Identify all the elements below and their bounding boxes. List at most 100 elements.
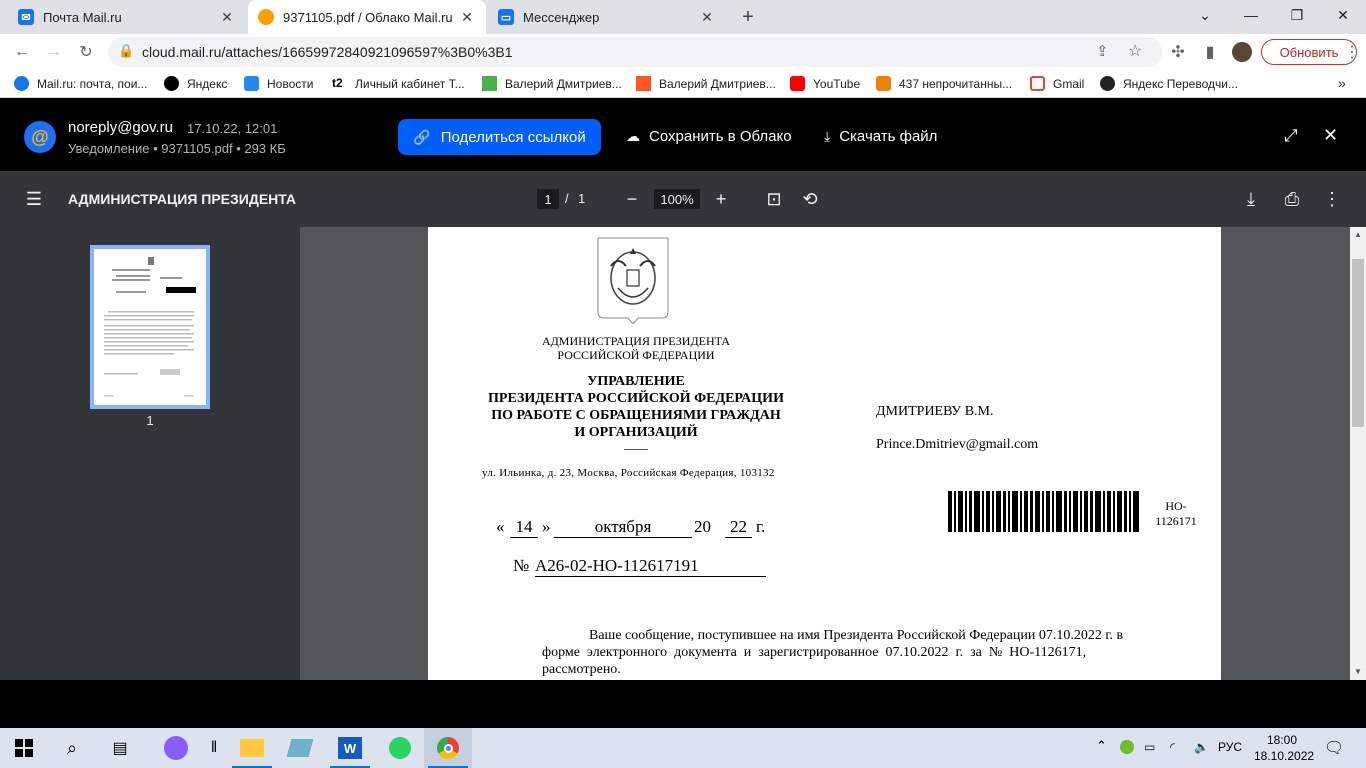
bookmark-label: Mail.ru: почта, пои... (37, 76, 148, 91)
clock-time: 18:00 (1266, 733, 1298, 747)
barcode (948, 491, 1139, 532)
battery-icon[interactable]: ▭ (1144, 740, 1155, 754)
save-to-cloud-button[interactable]: ☁ Сохранить в Облако (626, 128, 792, 145)
bookmark-t2[interactable]: t2 Личный кабинет Т... (332, 76, 465, 91)
menu-icon[interactable]: ⋮ (1340, 40, 1364, 64)
address-bar[interactable]: 🔒 cloud.mail.ru/attaches/166599728409210… (108, 37, 1162, 67)
side-panel-icon[interactable]: ▮ (1198, 40, 1222, 64)
thumbnail-preview (104, 257, 196, 397)
download-icon: ⤓ (824, 128, 831, 144)
save-to-cloud-label: Сохранить в Облако (649, 128, 792, 145)
fit-page-icon[interactable]: ⊡ (762, 187, 786, 211)
bookmarks-more[interactable]: » (1338, 75, 1346, 91)
scroll-up-icon[interactable]: ▲ (1354, 230, 1362, 239)
close-icon[interactable]: ✕ (458, 9, 476, 26)
divider (624, 449, 648, 450)
pdf-download-icon[interactable]: ⤓ (1239, 187, 1263, 211)
wifi-icon[interactable]: ◜ (1170, 740, 1175, 754)
close-icon[interactable]: ✕ (218, 9, 236, 26)
admin-line: РОССИЙСКОЙ ФЕДЕРАЦИИ (557, 348, 715, 362)
date-year-prefix: 20 (694, 517, 711, 536)
reload-icon[interactable]: ↻ (74, 40, 98, 64)
dept-line: И ОРГАНИЗАЦИЙ (574, 425, 698, 440)
bookmark-label: Яндекс (187, 76, 228, 91)
tab-mail[interactable]: ✉ Почта Mail.ru ✕ (8, 0, 246, 34)
body-text-line: рассмотрено. (542, 662, 621, 677)
forward-icon[interactable]: → (42, 40, 66, 64)
new-tab-button[interactable]: + (736, 6, 760, 28)
bookmark-star-icon[interactable]: ☆ (1128, 41, 1142, 61)
print-icon[interactable]: ⎙ (1280, 187, 1304, 211)
download-file-button[interactable]: ⤓ Скачать файл (824, 128, 937, 145)
clock[interactable]: 18:00 18.10.2022 (1254, 732, 1314, 764)
bookmark-label: Валерий Дмитриев... (659, 76, 776, 91)
share-link-button[interactable]: 🔗 Поделиться ссылкой (398, 119, 601, 155)
lock-icon: 🔒 (118, 43, 135, 58)
chrome-icon (437, 737, 459, 759)
fullscreen-icon[interactable]: ⤢ (1284, 126, 1298, 146)
bookmark-yandex[interactable]: Яндекс (164, 76, 227, 91)
bookmark-dmitriev-2[interactable]: Валерий Дмитриев... (636, 76, 776, 91)
menu-hamburger-icon[interactable]: ☰ (22, 187, 46, 211)
address: ул. Ильинка, д. 23, Москва, Российская Ф… (482, 467, 775, 479)
zoom-out-icon[interactable]: − (620, 187, 644, 211)
download-file-label: Скачать файл (839, 128, 938, 145)
dept-line: ПРЕЗИДЕНТА РОССИЙСКОЙ ФЕДЕРАЦИИ (488, 391, 784, 406)
yandex-icon (164, 76, 179, 91)
bookmark-news[interactable]: Новости (244, 76, 313, 91)
bookmark-translate[interactable]: Яндекс Переводчи... (1100, 76, 1238, 91)
volume-icon[interactable]: 🔈 (1194, 740, 1209, 754)
bookmark-label: Gmail (1053, 76, 1085, 91)
tab-search-icon[interactable]: ⌄ (1182, 0, 1228, 30)
word-app[interactable]: W (326, 728, 374, 768)
minimize-icon[interactable]: — (1228, 0, 1274, 30)
notepad-icon (286, 739, 314, 757)
rotate-icon[interactable]: ⟲ (798, 187, 822, 211)
scroll-thumb[interactable] (1352, 259, 1364, 427)
share-page-icon[interactable]: ⇪ (1096, 42, 1109, 60)
document-number: А26-02-НО-112617191 (535, 556, 766, 577)
task-view-icon[interactable]: ▤ (96, 728, 144, 768)
chrome-app[interactable] (424, 728, 472, 768)
pdf-title: АДМИНИСТРАЦИЯ ПРЕЗИДЕНТА (68, 191, 297, 207)
tab-title: Мессенджер (523, 9, 600, 25)
bookmark-gmail[interactable]: Gmail (1030, 76, 1084, 91)
number-prefix: № (513, 556, 530, 575)
start-button[interactable] (0, 728, 48, 768)
page-thumbnail[interactable] (90, 245, 210, 409)
translate-icon (1100, 76, 1115, 91)
zoom-level-input[interactable]: 100% (654, 189, 700, 209)
tab-cloud[interactable]: 9371105.pdf / Облако Mail.ru ✕ (248, 0, 486, 34)
notes-app[interactable] (276, 728, 324, 768)
sender-email: noreply@gov.ru (68, 119, 173, 136)
back-icon[interactable]: ← (10, 40, 34, 64)
close-viewer-icon[interactable]: ✕ (1323, 125, 1338, 146)
language-indicator[interactable]: РУС (1218, 740, 1242, 754)
search-icon[interactable]: ⌕ (48, 728, 96, 768)
folder-icon (240, 739, 264, 757)
whatsapp-app[interactable] (376, 728, 424, 768)
bookmark-mail[interactable]: Mail.ru: почта, пои... (14, 76, 147, 91)
maximize-icon[interactable]: ❐ (1274, 0, 1320, 30)
pdf-viewer[interactable]: АДМИНИСТРАЦИЯ ПРЕЗИДЕНТА РОССИЙСКОЙ ФЕДЕ… (300, 227, 1350, 680)
profile-avatar[interactable] (1232, 42, 1252, 62)
zoom-in-icon[interactable]: + (709, 187, 733, 211)
notifications-icon[interactable]: 🗨 (1324, 738, 1344, 758)
page-number-input[interactable]: 1 (537, 189, 559, 209)
tray-app-icon[interactable] (1120, 740, 1134, 754)
viewer-scrollbar[interactable]: ▲ ▼ (1350, 227, 1366, 680)
url-text: cloud.mail.ru/attaches/16659972840921096… (142, 44, 513, 60)
browser-toolbar: ← → ↻ 🔒 cloud.mail.ru/attaches/166599728… (0, 34, 1366, 70)
bookmark-dmitriev-1[interactable]: Валерий Дмитриев... (482, 76, 622, 91)
close-window-icon[interactable]: ✕ (1320, 0, 1366, 30)
bookmark-ok[interactable]: 437 непрочитанны... (876, 76, 1012, 91)
tab-messenger[interactable]: ▭ Мессенджер ✕ (488, 0, 726, 34)
more-options-icon[interactable]: ⋮ (1320, 187, 1344, 211)
extensions-icon[interactable]: ✣ (1166, 40, 1190, 64)
t2-icon: t2 (332, 76, 347, 91)
tray-chevron-icon[interactable]: ⌃ (1096, 738, 1107, 754)
bookmark-youtube[interactable]: YouTube (790, 76, 860, 91)
close-icon[interactable]: ✕ (698, 9, 716, 26)
explorer-app[interactable] (228, 728, 276, 768)
scroll-down-icon[interactable]: ▼ (1354, 667, 1362, 676)
